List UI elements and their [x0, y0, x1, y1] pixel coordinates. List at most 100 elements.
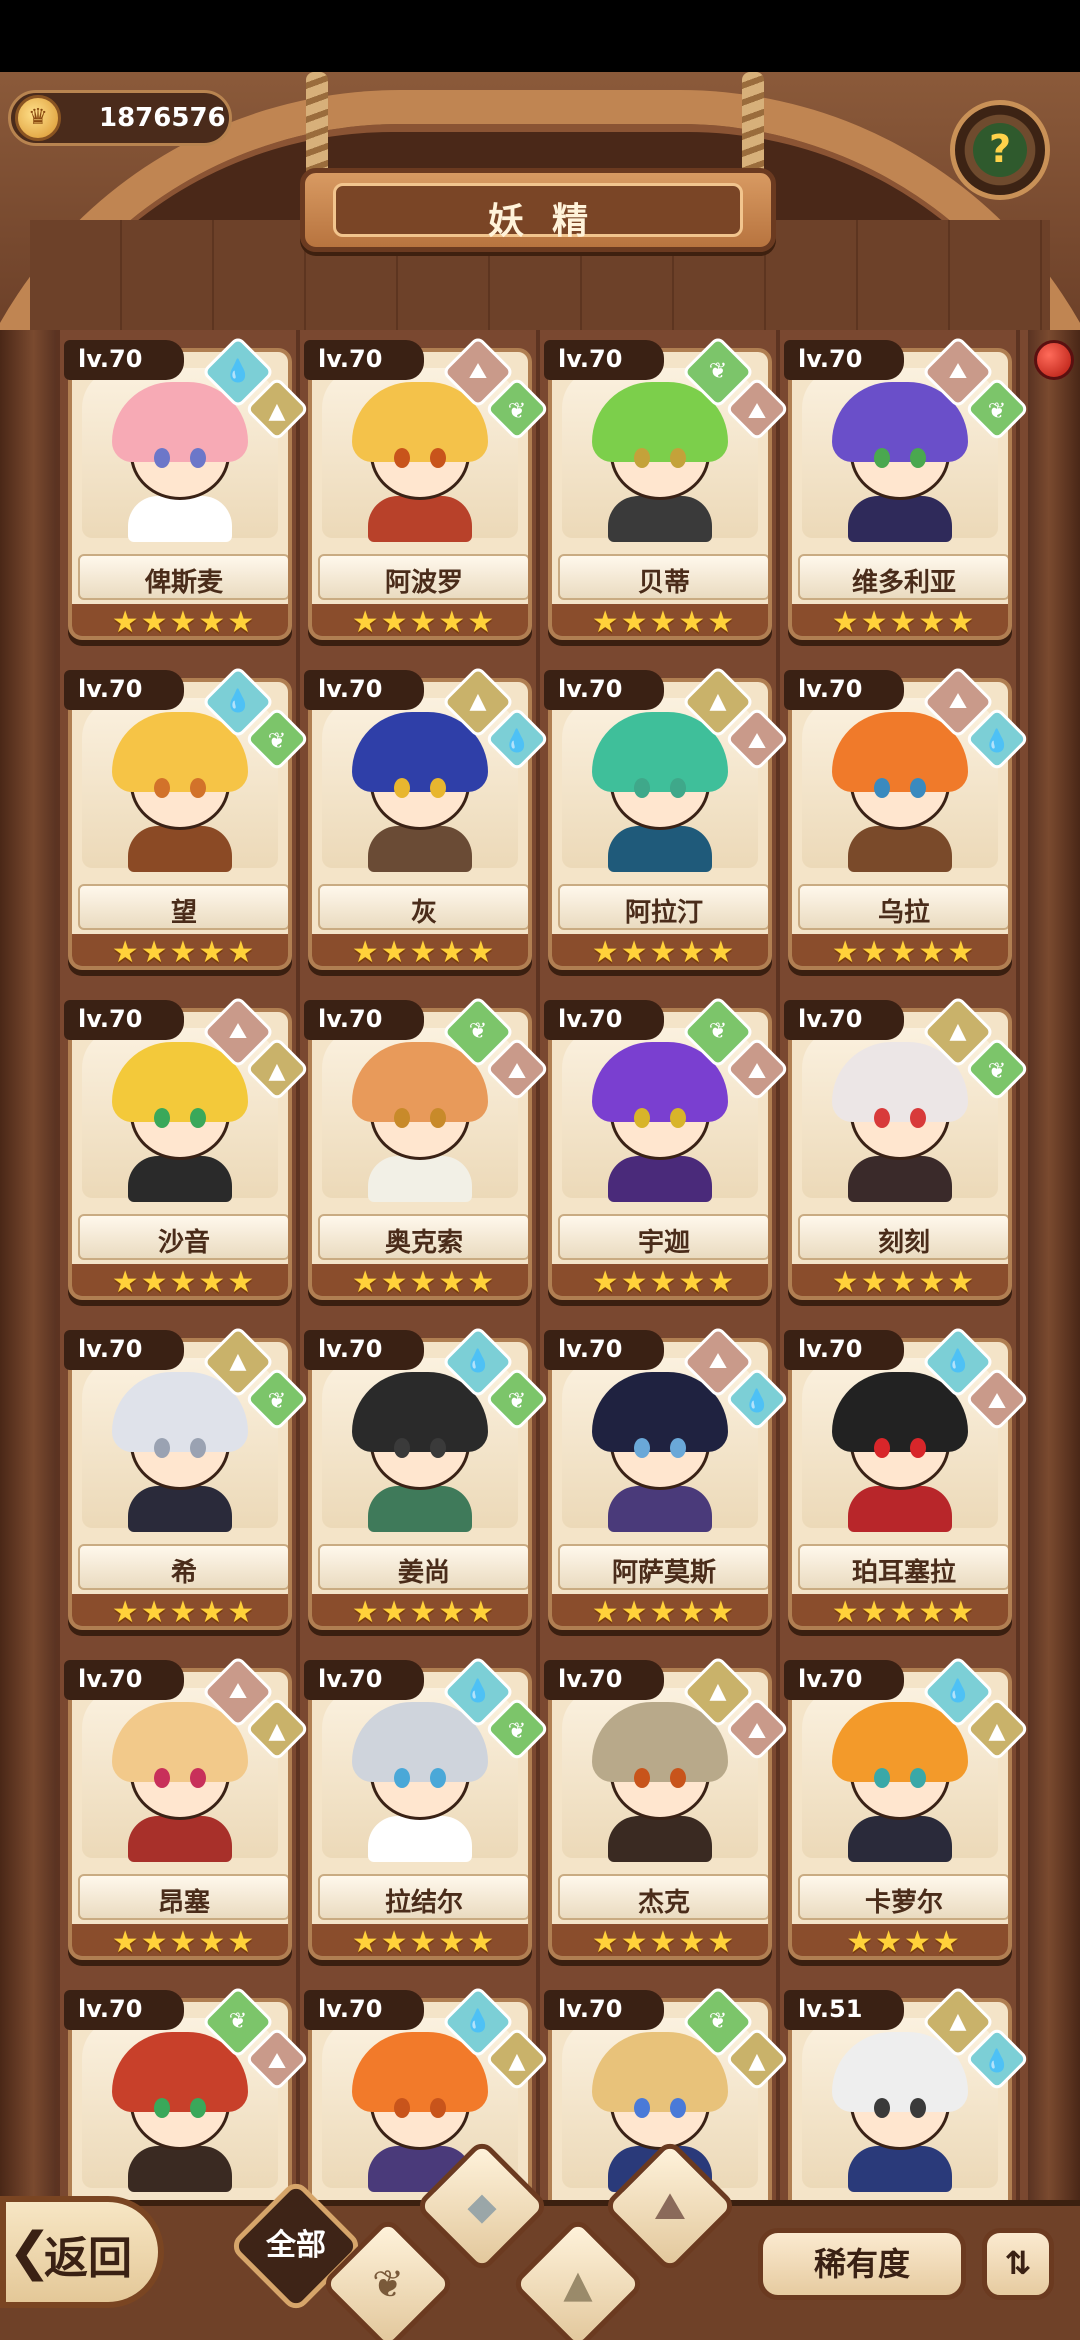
fairy-eye-left — [874, 2098, 890, 2118]
fairy-card[interactable]: 刻刻 ★★★★★ lv.70 ▲ ❦ — [784, 995, 1030, 1304]
earth-element-icon: ▲ — [268, 399, 286, 424]
currency-display: ♛ 1876576 — [8, 90, 232, 146]
fairy-card[interactable]: 昂塞 ★★★★★ lv.70 ⛰ ▲ — [64, 1655, 310, 1964]
level-tag: lv.70 — [544, 340, 664, 380]
fairy-outfit — [368, 1486, 472, 1532]
fairy-name-banner: 阿拉汀 — [558, 884, 768, 930]
fairy-card[interactable]: 珀耳塞拉 ★★★★★ lv.70 💧 ⛰ — [784, 1325, 1030, 1634]
fairy-card[interactable]: 贝蒂 ★★★★★ lv.70 ❦ ⛰ — [544, 335, 790, 644]
star-rating: ★★★★★ — [792, 604, 1008, 636]
fairy-eye-left — [154, 448, 170, 468]
fairy-eye-right — [190, 1108, 206, 1128]
fairy-eye-left — [154, 1108, 170, 1128]
star-rating: ★★★★★ — [552, 1264, 768, 1296]
fairy-eye-right — [190, 778, 206, 798]
fairy-name: 乌拉 — [877, 898, 930, 928]
wood-post-right — [1028, 330, 1080, 2210]
fairy-outfit — [368, 496, 472, 542]
fairy-name-banner: 乌拉 — [798, 884, 1008, 930]
fairy-card[interactable]: 姜尚 ★★★★★ lv.70 💧 ❦ — [304, 1325, 550, 1634]
fairy-name: 维多利亚 — [851, 568, 956, 598]
fairy-eye-right — [190, 2098, 206, 2118]
fairy-eye-right — [910, 448, 926, 468]
fairy-card[interactable]: 阿萨莫斯 ★★★★★ lv.70 ⛰ 💧 — [544, 1325, 790, 1634]
fairy-name: 希 — [170, 1558, 197, 1588]
level-tag: lv.70 — [304, 1000, 424, 1040]
star-rating: ★★★★★ — [792, 934, 1008, 966]
fairy-card[interactable]: 拉结尔 ★★★★★ lv.70 💧 ❦ — [304, 1655, 550, 1964]
fairy-eye-right — [190, 1438, 206, 1458]
fire-element-icon: ⛰ — [747, 1059, 767, 1084]
crown-coin-icon: ♛ — [15, 95, 61, 141]
fairy-eye-left — [394, 1438, 410, 1458]
fairy-card[interactable]: 希 ★★★★★ lv.70 ▲ ❦ — [64, 1325, 310, 1634]
level-tag: lv.70 — [64, 1000, 184, 1040]
help-button[interactable]: ? — [950, 100, 1050, 200]
fairy-card[interactable]: 俾斯麦 ★★★★★ lv.70 💧 ▲ — [64, 335, 310, 644]
fairy-card[interactable]: 沙音 ★★★★★ lv.70 ⛰ ▲ — [64, 995, 310, 1304]
fairy-card[interactable]: 杰克 ★★★★★ lv.70 ▲ ⛰ — [544, 1655, 790, 1964]
back-button[interactable]: ❮ 返回 — [0, 2196, 164, 2308]
fire-element-icon: ⛰ — [948, 689, 968, 714]
fairy-card[interactable]: 维多利亚 ★★★★★ lv.70 ⛰ ❦ — [784, 335, 1030, 644]
fairy-name: 阿拉汀 — [624, 898, 703, 928]
level-tag: lv.70 — [784, 1660, 904, 1700]
star-rating: ★★★★★ — [72, 1264, 288, 1296]
leaf-element-icon: ❦ — [228, 2009, 248, 2034]
fairy-name-banner: 阿波罗 — [318, 554, 528, 600]
fairy-card[interactable]: 望 ★★★★★ lv.70 💧 ❦ — [64, 665, 310, 974]
fairy-outfit — [608, 1816, 712, 1862]
fairy-name: 俾斯麦 — [144, 568, 223, 598]
fairy-card[interactable]: 奥克索 ★★★★★ lv.70 ❦ ⛰ — [304, 995, 550, 1304]
fairy-card[interactable]: 灰 ★★★★★ lv.70 ▲ 💧 — [304, 665, 550, 974]
sort-order-button[interactable]: ⇅ — [982, 2228, 1054, 2300]
back-label: 返回 — [44, 2233, 132, 2284]
star-rating: ★★★★★ — [792, 1594, 1008, 1626]
fairy-card[interactable]: 阿拉汀 ★★★★★ lv.70 ▲ ⛰ — [544, 665, 790, 974]
fire-element-icon: ⛰ — [228, 1019, 248, 1044]
sort-icon: ⇅ — [1004, 2244, 1032, 2282]
star-rating: ★★★★★ — [312, 604, 528, 636]
leaf-element-icon: ❦ — [987, 1059, 1007, 1084]
fairy-eye-left — [634, 2098, 650, 2118]
fairy-name-banner: 灰 — [318, 884, 528, 930]
water-element-icon: 💧 — [503, 729, 531, 754]
status-bar-area — [0, 0, 1080, 72]
earth-element-icon: ▲ — [988, 1719, 1006, 1744]
leaf-element-icon: ❦ — [507, 1389, 527, 1414]
water-element-icon: 💧 — [464, 1349, 492, 1374]
fairy-outfit — [128, 1816, 232, 1862]
level-tag: lv.70 — [544, 1660, 664, 1700]
fairy-card[interactable]: 宇迦 ★★★★★ lv.70 ❦ ⛰ — [544, 995, 790, 1304]
earth-element-icon: ▲ — [949, 2009, 967, 2034]
level-tag: lv.70 — [304, 1330, 424, 1370]
fairy-outfit — [608, 496, 712, 542]
peak-icon: ⛰ — [654, 2184, 686, 2228]
water-element-icon: 💧 — [464, 1679, 492, 1704]
water-drop-icon: ◆ — [467, 2184, 497, 2228]
fairy-eye-right — [670, 1108, 686, 1128]
fairy-name-banner: 昂塞 — [78, 1874, 288, 1920]
fairy-eye-left — [154, 1768, 170, 1788]
fairy-name-banner: 沙音 — [78, 1214, 288, 1260]
fairy-name: 阿萨莫斯 — [611, 1558, 716, 1588]
fairy-eye-left — [634, 1108, 650, 1128]
fire-element-icon: ⛰ — [747, 729, 767, 754]
fairy-eye-left — [394, 448, 410, 468]
fairy-card[interactable]: 卡萝尔 ★★★★ lv.70 💧 ▲ — [784, 1655, 1030, 1964]
leaf-element-icon: ❦ — [468, 1019, 488, 1044]
fairy-card[interactable]: 乌拉 ★★★★★ lv.70 ⛰ 💧 — [784, 665, 1030, 974]
fairy-name: 昂塞 — [157, 1888, 210, 1918]
fairy-card[interactable]: 阿波罗 ★★★★★ lv.70 ⛰ ❦ — [304, 335, 550, 644]
earth-element-icon: ▲ — [748, 2049, 766, 2074]
fairy-eye-left — [634, 1438, 650, 1458]
water-element-icon: 💧 — [743, 1389, 771, 1414]
fairy-name: 贝蒂 — [637, 568, 690, 598]
earth-element-icon: ▲ — [709, 1679, 727, 1704]
leaf-element-icon: ❦ — [708, 2009, 728, 2034]
rarity-sort-button[interactable]: 稀有度 — [758, 2228, 966, 2300]
fairy-outfit — [368, 1816, 472, 1862]
fairy-outfit — [848, 1156, 952, 1202]
star-rating: ★★★★★ — [312, 1264, 528, 1296]
fairy-outfit — [128, 826, 232, 872]
